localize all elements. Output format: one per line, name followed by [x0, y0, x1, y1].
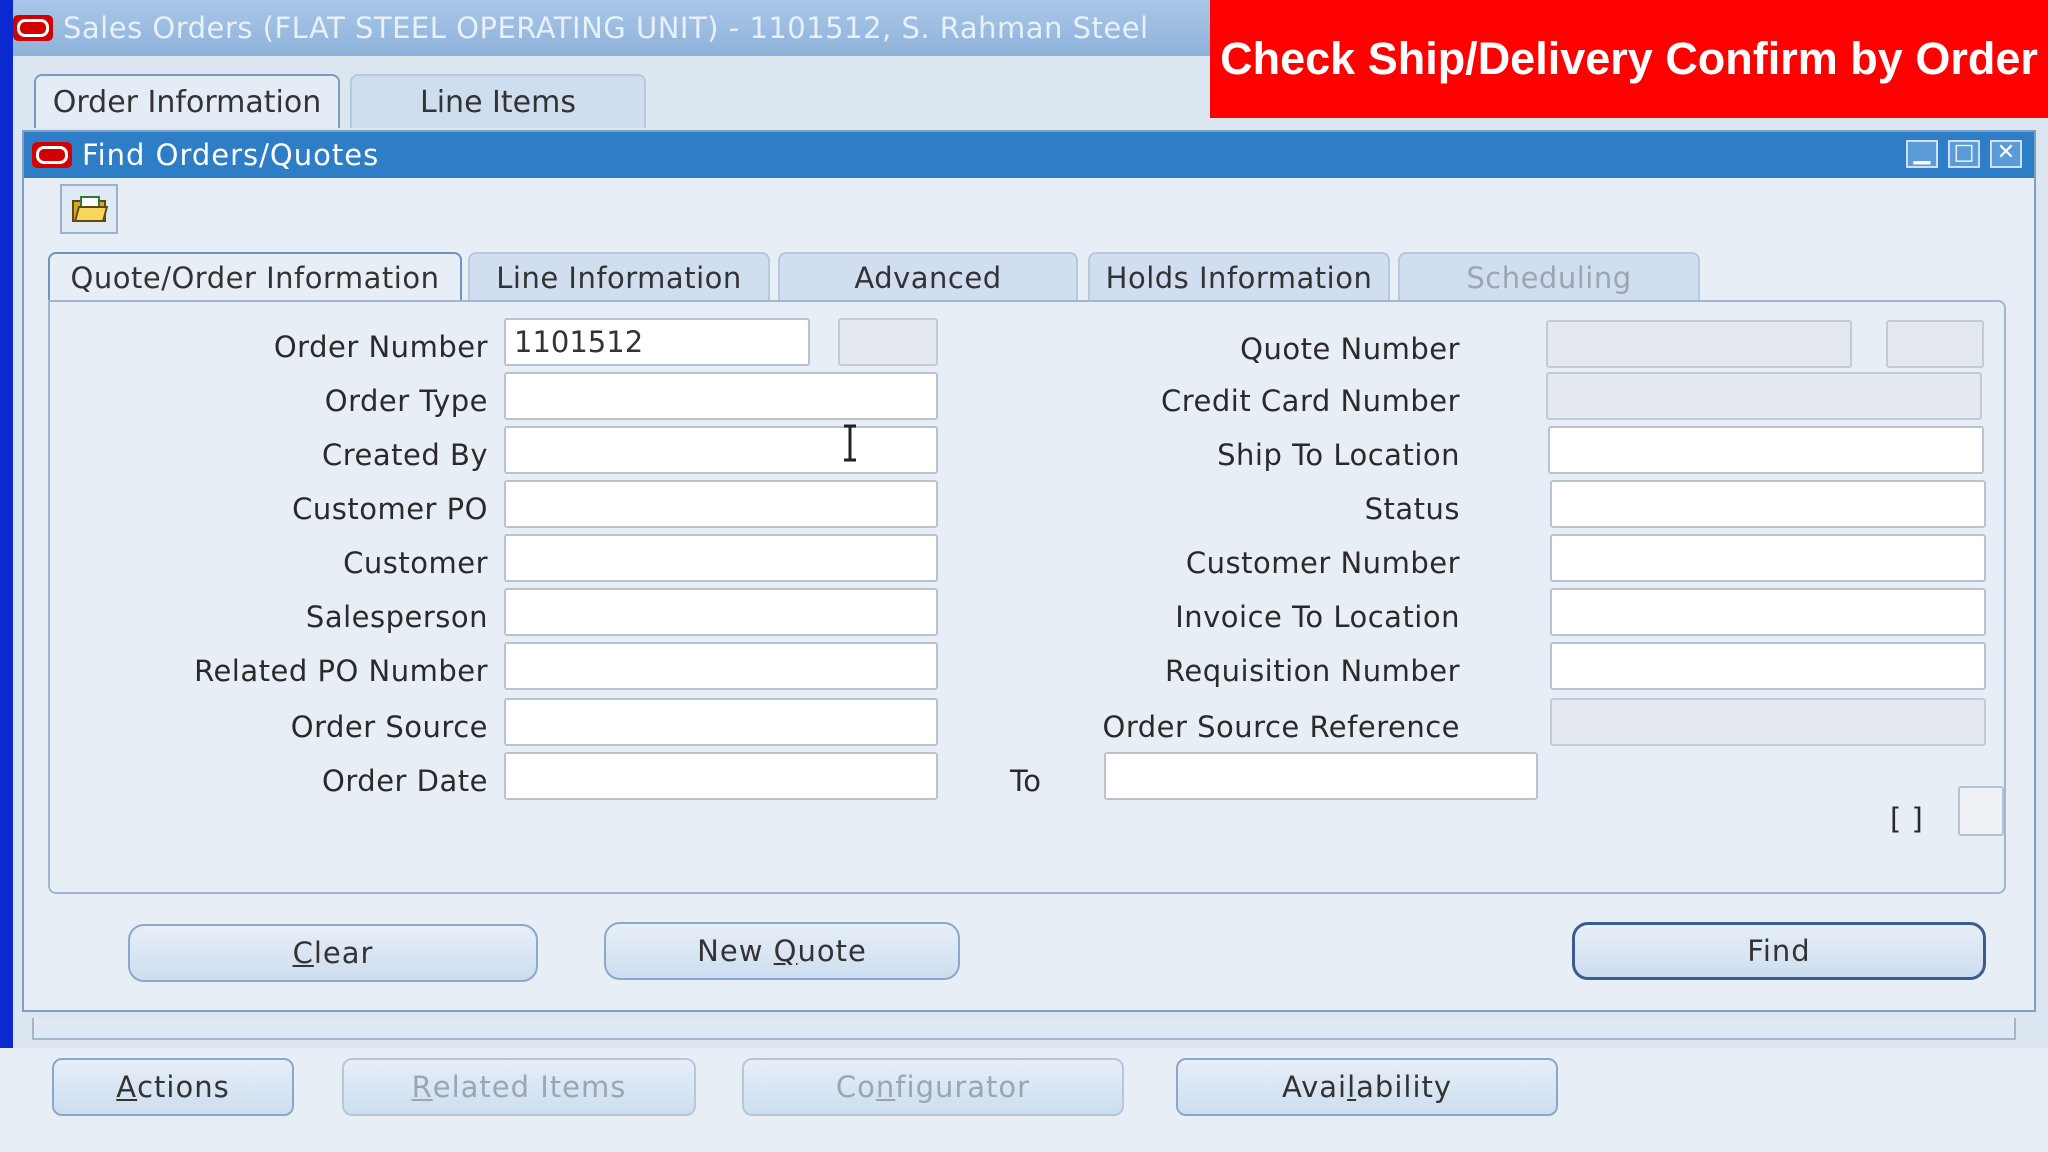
customer-field[interactable] [504, 534, 938, 582]
order-source-reference-field[interactable] [1550, 698, 1986, 746]
clear-button[interactable]: Clear [128, 924, 538, 982]
actions-button-mnemonic: A [116, 1070, 138, 1104]
close-icon[interactable]: ✕ [1990, 140, 2022, 168]
configurator-button-label-pre: Co [835, 1070, 876, 1104]
order-date-to-field[interactable] [1104, 752, 1538, 800]
related-items-button[interactable]: Related Items [342, 1058, 696, 1116]
status-field[interactable] [1550, 480, 1986, 528]
new-quote-button-mnemonic: Q [773, 934, 798, 968]
invoice-to-location-label: Invoice To Location [1175, 600, 1460, 634]
salesperson-label: Salesperson [305, 600, 488, 634]
salesperson-field[interactable] [504, 588, 938, 636]
text-cursor-icon [844, 424, 856, 462]
status-label: Status [1364, 492, 1460, 526]
find-button[interactable]: Find [1572, 922, 1986, 980]
open-folder-button[interactable] [60, 184, 118, 234]
order-source-reference-label: Order Source Reference [1102, 710, 1460, 744]
configurator-button-mnemonic: n [875, 1070, 896, 1104]
ship-to-location-field[interactable] [1548, 426, 1984, 474]
quote-order-information-panel: Order Number Order Type Created By Custo… [48, 300, 2006, 894]
availability-button-label-pre: Avai [1281, 1070, 1348, 1104]
instruction-banner: Check Ship/Delivery Confirm by Order [1210, 0, 2048, 118]
left-edge [0, 0, 13, 1152]
order-number-field[interactable] [504, 318, 810, 366]
invoice-to-location-field[interactable] [1550, 588, 1986, 636]
main-window-titlebar[interactable]: Sales Orders (FLAT STEEL OPERATING UNIT)… [13, 0, 1213, 56]
configurator-button[interactable]: Co n figurator [742, 1058, 1124, 1116]
minimize-icon[interactable]: ▁ [1906, 140, 1938, 168]
related-items-button-label-post: elated Items [432, 1070, 627, 1104]
availability-button[interactable]: Avai l ability [1176, 1058, 1558, 1116]
find-dialog-title: Find Orders/Quotes [82, 138, 380, 172]
customer-number-field[interactable] [1550, 534, 1986, 582]
dff-field[interactable] [1958, 786, 2004, 836]
order-date-label: Order Date [322, 764, 488, 798]
order-number-lov-field[interactable] [838, 318, 938, 366]
customer-po-label: Customer PO [292, 492, 488, 526]
related-po-number-field[interactable] [504, 642, 938, 690]
order-type-label: Order Type [324, 384, 488, 418]
bottom-button-bar: Actions Related Items Co n figurator Avai l… [0, 1048, 2048, 1152]
clear-button-label-post: lear [313, 936, 374, 970]
tab-line-items[interactable]: Line Items [350, 74, 646, 128]
new-quote-button[interactable]: New Quote [604, 922, 960, 980]
tab-line-information[interactable]: Line Information [468, 252, 770, 302]
main-window-title: Sales Orders (FLAT STEEL OPERATING UNIT)… [63, 11, 1149, 45]
availability-button-label-post: ability [1356, 1070, 1453, 1104]
created-by-field[interactable] [504, 426, 938, 474]
order-source-field[interactable] [504, 698, 938, 746]
created-by-label: Created By [321, 438, 488, 472]
order-source-label: Order Source [290, 710, 488, 744]
related-items-button-mnemonic: R [411, 1070, 433, 1104]
order-number-label: Order Number [273, 330, 488, 364]
find-orders-dialog: Find Orders/Quotes ▁ □ ✕ Quote/Order Inf… [22, 130, 2036, 1012]
tab-scheduling[interactable]: Scheduling [1398, 252, 1700, 302]
availability-button-mnemonic: l [1347, 1070, 1357, 1104]
open-folder-icon [72, 196, 109, 222]
tab-order-information[interactable]: Order Information [34, 74, 340, 128]
find-dialog-titlebar[interactable]: Find Orders/Quotes [24, 132, 2034, 178]
customer-number-label: Customer Number [1185, 546, 1460, 580]
quote-number-field[interactable] [1546, 320, 1852, 368]
tab-advanced[interactable]: Advanced [778, 252, 1078, 302]
new-quote-button-label-post: uote [797, 934, 867, 968]
actions-button-label-post: ctions [137, 1070, 230, 1104]
order-date-from-field[interactable] [504, 752, 938, 800]
requisition-number-label: Requisition Number [1165, 654, 1460, 688]
configurator-button-label-post: figurator [895, 1070, 1031, 1104]
status-strip [32, 1018, 2016, 1040]
ship-to-location-label: Ship To Location [1217, 438, 1460, 472]
credit-card-number-field[interactable] [1546, 372, 1982, 420]
oracle-logo-icon [32, 142, 72, 168]
order-date-to-label: To [1010, 764, 1042, 798]
customer-label: Customer [343, 546, 488, 580]
tab-holds-information[interactable]: Holds Information [1088, 252, 1390, 302]
clear-button-mnemonic: C [292, 936, 314, 970]
oracle-logo-icon [13, 15, 53, 41]
quote-number-lov-field[interactable] [1886, 320, 1984, 368]
maximize-icon[interactable]: □ [1948, 140, 1980, 168]
customer-po-field[interactable] [504, 480, 938, 528]
new-quote-button-label-pre: New [697, 934, 774, 968]
credit-card-number-label: Credit Card Number [1161, 384, 1460, 418]
order-type-field[interactable] [504, 372, 938, 420]
related-po-number-label: Related PO Number [194, 654, 488, 688]
tab-quote-order-information[interactable]: Quote/Order Information [48, 252, 462, 302]
requisition-number-field[interactable] [1550, 642, 1986, 690]
quote-number-label: Quote Number [1240, 332, 1460, 366]
dff-label: [ ] [1890, 802, 1924, 836]
actions-button[interactable]: Actions [52, 1058, 294, 1116]
